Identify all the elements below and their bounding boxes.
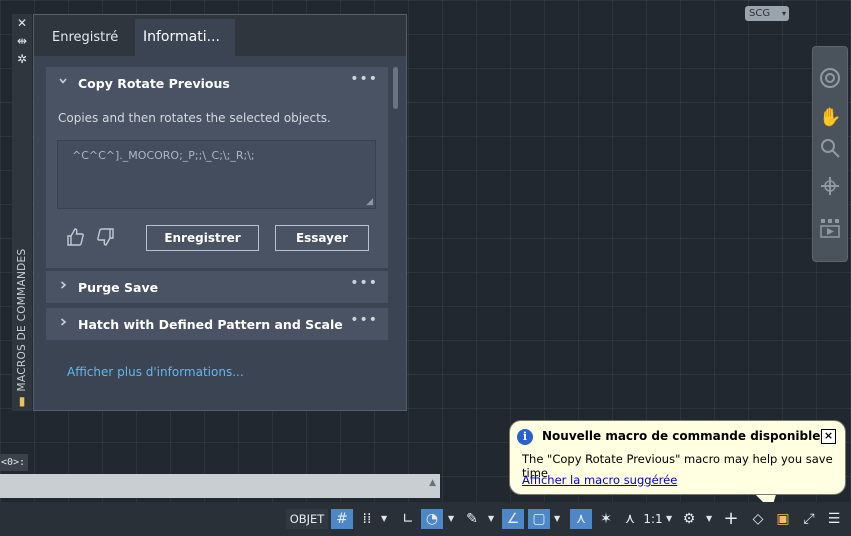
chevron-right-icon <box>58 280 68 293</box>
status-bar: OBJET # ⁞⁞ ▼ ∟ ◔ ▼ ✎ ▼ ∠ ▢ ▼ ⋏ ✶ ⋏ 1:1 ▼… <box>0 502 851 536</box>
chevron-down-icon[interactable]: ▼ <box>706 509 712 529</box>
resize-grip-icon[interactable]: ◢ <box>366 197 373 207</box>
chevron-down-icon[interactable]: ▼ <box>381 509 387 529</box>
grid-icon[interactable]: # <box>331 509 353 529</box>
add-icon[interactable]: + <box>720 509 742 529</box>
snap-icon[interactable]: ⁞⁞ <box>356 509 378 529</box>
more-options-icon[interactable]: ••• <box>350 312 378 328</box>
palette-tabs: Enregistré Informati... <box>34 15 406 56</box>
macro-card-header[interactable]: Copy Rotate Previous ••• <box>46 67 388 100</box>
command-macro-icon[interactable]: ▣ <box>772 509 794 529</box>
macro-description: Copies and then rotates the selected obj… <box>58 111 331 125</box>
coordinate-system-badge[interactable]: SCG ▾ <box>745 6 789 21</box>
model-space-button[interactable]: OBJET <box>286 509 328 529</box>
macro-card-hatch-defined-pattern[interactable]: Hatch with Defined Pattern and Scale ••• <box>46 308 388 340</box>
command-input[interactable]: ▲ <box>0 474 440 498</box>
chevron-down-icon[interactable]: ▼ <box>488 509 494 529</box>
tab-saved[interactable]: Enregistré <box>44 19 134 56</box>
tab-information[interactable]: Informati... <box>135 19 235 56</box>
zoom-icon[interactable] <box>819 137 841 159</box>
chevron-down-icon <box>58 76 68 89</box>
chevron-down-icon[interactable]: ▼ <box>554 509 560 529</box>
more-options-icon[interactable]: ••• <box>350 71 378 87</box>
show-suggested-macro-link[interactable]: Afficher la macro suggérée <box>522 473 677 487</box>
chevron-down-icon[interactable]: ▼ <box>448 509 454 529</box>
try-button[interactable]: Essayer <box>275 225 369 251</box>
notification-title: Nouvelle macro de commande disponible <box>542 429 821 443</box>
dynamic-ucs-icon[interactable]: ∠ <box>502 509 524 529</box>
record-button[interactable]: Enregistrer <box>146 225 259 251</box>
chevron-right-icon <box>58 317 68 330</box>
close-icon[interactable]: ✕ <box>15 16 29 30</box>
macro-card-title: Copy Rotate Previous <box>78 76 230 91</box>
auto-scale-icon[interactable]: ✶ <box>595 509 617 529</box>
showmotion-icon[interactable] <box>819 217 841 239</box>
fullscreen-icon[interactable]: ⤢ <box>798 509 820 529</box>
palette-scrollbar[interactable] <box>393 67 398 109</box>
macro-card-title: Hatch with Defined Pattern and Scale <box>78 317 343 332</box>
autohide-icon[interactable]: ⇹ <box>15 34 29 48</box>
annotation-visibility-icon[interactable]: ⋏ <box>570 509 592 529</box>
chevron-down-icon[interactable]: ▼ <box>666 509 672 529</box>
info-icon: i <box>517 429 533 445</box>
ortho-icon[interactable]: ∟ <box>397 509 419 529</box>
steering-wheel-icon[interactable] <box>819 67 841 89</box>
macro-card-header[interactable]: Purge Save ••• <box>46 271 388 304</box>
palette-title: MACROS DE COMMANDES <box>16 248 28 392</box>
command-prompt: <0>: <box>0 454 28 471</box>
gear-icon[interactable]: ⚙ <box>678 509 700 529</box>
annotation-scale-icon[interactable]: ⋏ <box>619 509 641 529</box>
macro-card-copy-rotate-previous: Copy Rotate Previous ••• Copies and then… <box>46 67 388 268</box>
macro-card-title: Purge Save <box>78 280 159 295</box>
coordinate-system-label: SCG <box>749 8 771 19</box>
navigation-bar: ✋ <box>812 46 848 262</box>
close-icon[interactable]: × <box>821 429 836 444</box>
selection-cycling-icon[interactable]: ▢ <box>528 509 550 529</box>
isolate-objects-icon[interactable]: ◇ <box>747 509 769 529</box>
chevron-up-icon[interactable]: ▲ <box>429 478 436 488</box>
thumbs-down-icon[interactable] <box>96 227 116 252</box>
orbit-icon[interactable] <box>819 175 841 197</box>
thumbs-up-icon[interactable] <box>65 227 85 252</box>
palette-titlebar[interactable]: ✕ ⇹ ✲ MACROS DE COMMANDES ▮ <box>12 14 32 411</box>
macro-text-value: ^C^C^]._MOCORO;_P;;\_C;\;_R;\; <box>72 149 255 162</box>
macro-notification: i Nouvelle macro de commande disponible … <box>509 420 846 495</box>
macro-card-header[interactable]: Hatch with Defined Pattern and Scale ••• <box>46 308 388 341</box>
polar-tracking-icon[interactable]: ◔ <box>421 509 443 529</box>
macro-card-purge-save[interactable]: Purge Save ••• <box>46 271 388 303</box>
command-macros-palette: Enregistré Informati... Copy Rotate Prev… <box>33 14 407 411</box>
macro-palette-icon: ▮ <box>18 394 26 408</box>
scale-label[interactable]: 1:1 <box>643 509 663 529</box>
isodraft-icon[interactable]: ✎ <box>461 509 483 529</box>
macro-text-field[interactable]: ^C^C^]._MOCORO;_P;;\_C;\;_R;\; ◢ <box>57 140 376 209</box>
pan-hand-icon[interactable]: ✋ <box>819 107 841 129</box>
chevron-down-icon: ▾ <box>781 9 786 18</box>
more-options-icon[interactable]: ••• <box>350 275 378 291</box>
show-more-info-link[interactable]: Afficher plus d'informations... <box>67 365 244 379</box>
menu-icon[interactable]: ☰ <box>823 509 845 529</box>
properties-icon[interactable]: ✲ <box>15 52 29 66</box>
